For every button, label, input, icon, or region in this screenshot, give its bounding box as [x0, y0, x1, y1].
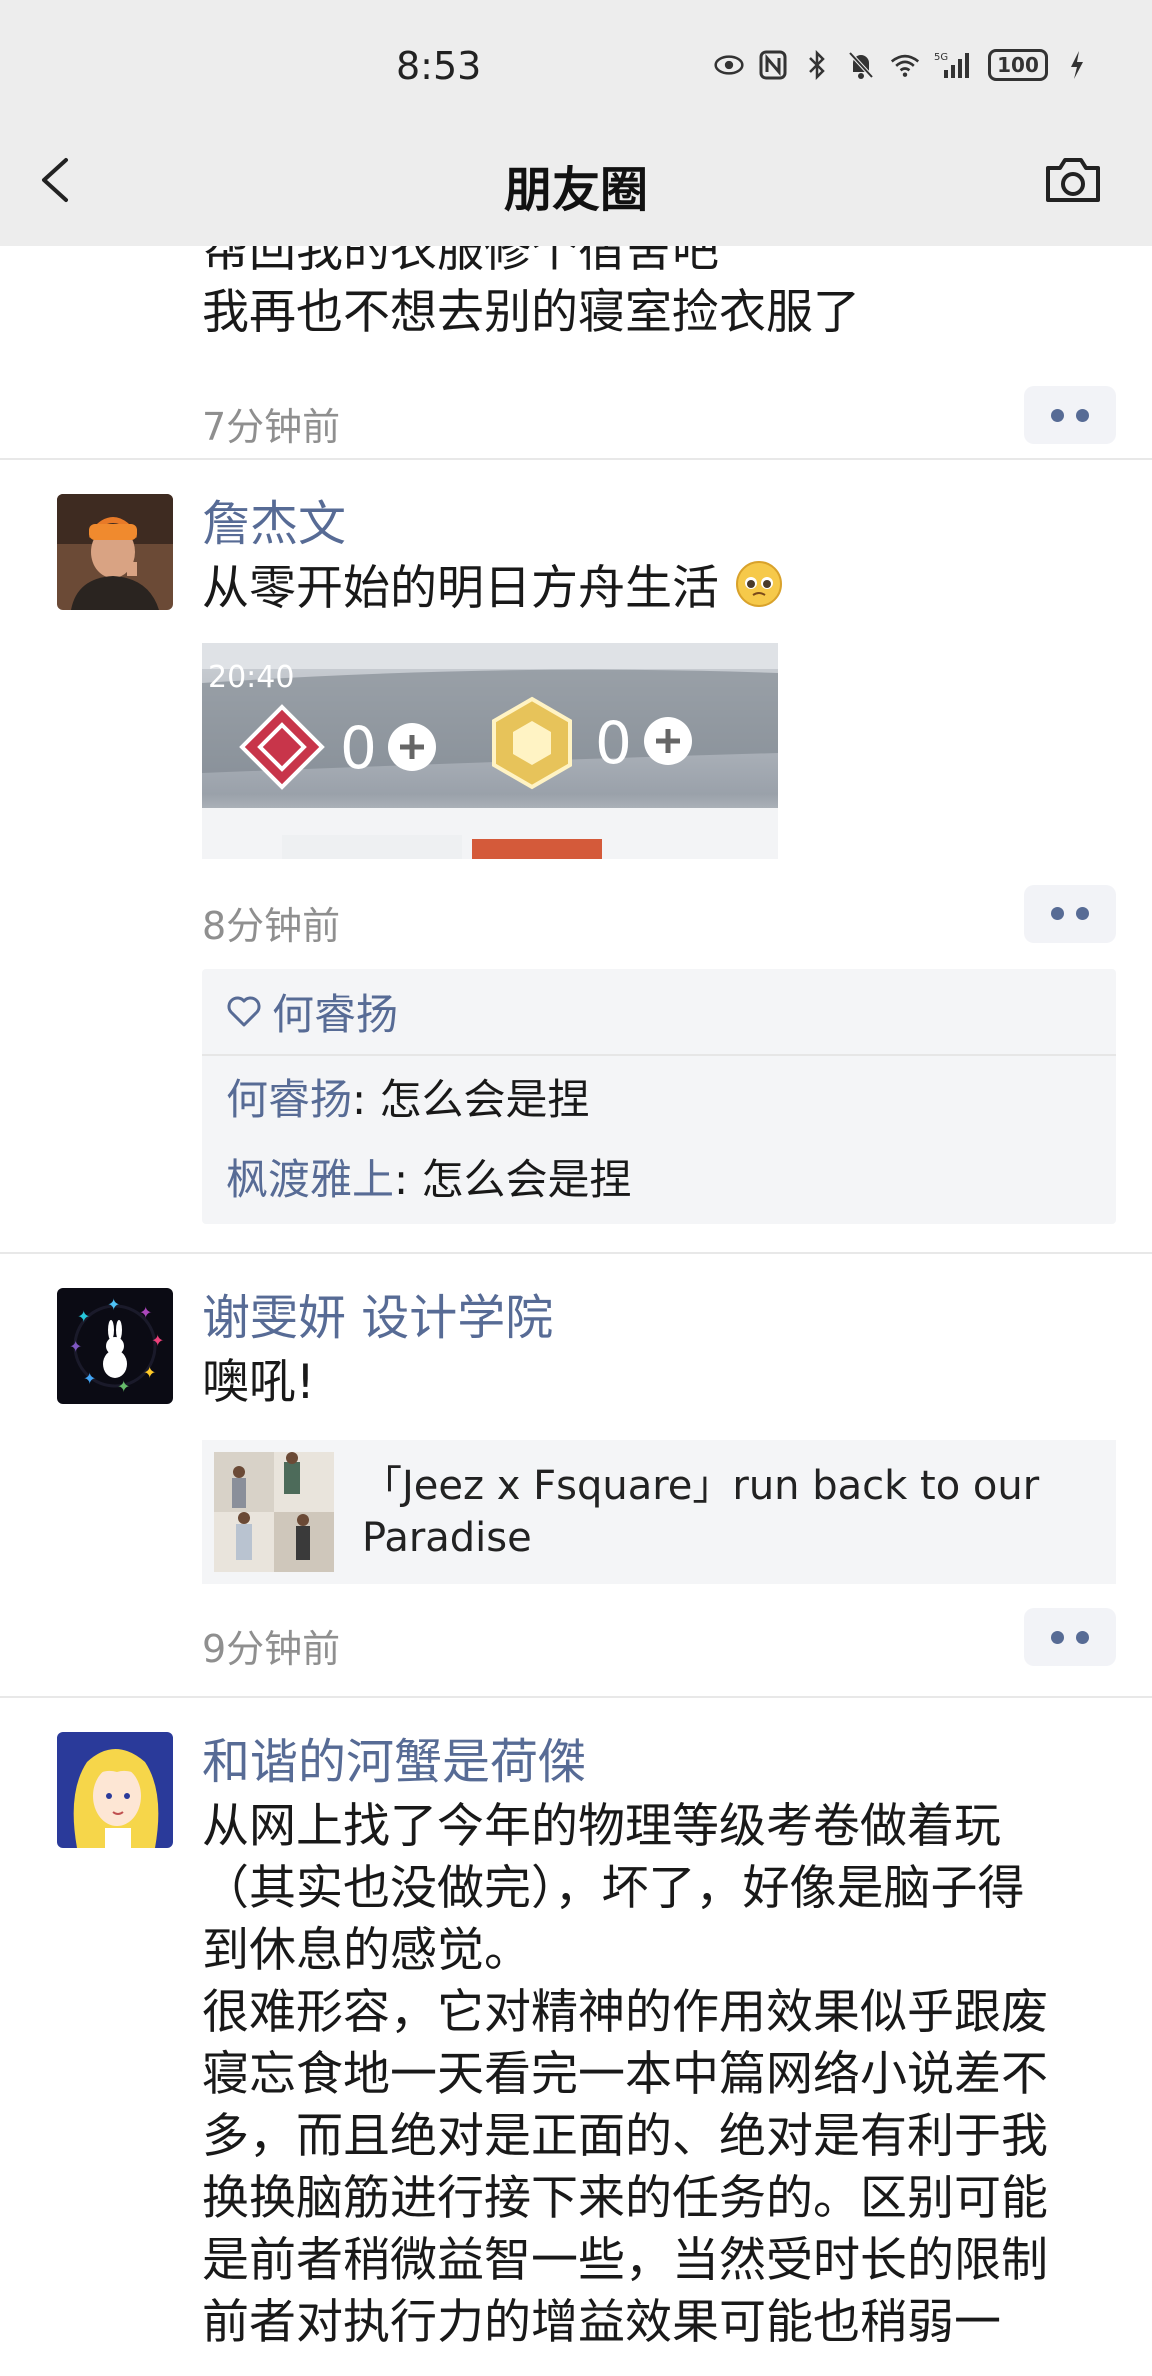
signal-5g-icon: 5G: [934, 50, 974, 80]
heart-icon: [227, 996, 261, 1027]
post-author[interactable]: 谢雯妍 设计学院: [202, 1284, 1116, 1352]
moment-post: 詹杰文 从零开始的明日方舟生活 20:40 0 0 8分钟前 何睿扬 何睿扬: …: [0, 460, 1152, 1254]
dot-icon: [1051, 1630, 1064, 1644]
post-time: 8分钟前: [202, 903, 341, 948]
post-text-line: 从网上找了今年的物理等级考卷做着玩: [202, 1799, 1001, 1854]
post-meta: 9分钟前: [202, 1608, 1116, 1676]
dot-icon: [1051, 408, 1064, 422]
dot-icon: [1076, 408, 1089, 422]
comment-text: : 怎么会是捏: [394, 1154, 632, 1204]
comment-author[interactable]: 枫渡雅上: [226, 1155, 394, 1204]
moment-post: 帮回我的衣服修个宿舍吧 我再也不想去别的寝室捡衣服了 7分钟前: [0, 246, 1152, 460]
avatar[interactable]: ✦ ✦ ✦ ✦ ✦ ✦ ✦ ✦: [57, 1288, 173, 1404]
post-meta: 7分钟前: [202, 386, 1116, 454]
svg-text:✦: ✦: [69, 1337, 82, 1356]
likes-row: 何睿扬: [202, 969, 1116, 1056]
post-text-line: （其实也没做完），坏了，好像是脑子得: [202, 1861, 1025, 1916]
pleading-face-emoji-icon: [734, 559, 784, 625]
post-author[interactable]: 和谐的河蟹是荷傑: [202, 1728, 1116, 1796]
avatar[interactable]: [57, 1732, 173, 1848]
more-actions-button[interactable]: [1024, 884, 1116, 943]
post-text-line: 多，而且绝对是正面的、绝对是有利于我: [202, 2109, 1048, 2164]
post-meta: 8分钟前: [202, 884, 1116, 953]
post-text-line: 到休息的感觉。: [202, 1923, 531, 1978]
svg-text:✦: ✦: [117, 1377, 130, 1396]
svg-text:20:40: 20:40: [208, 660, 294, 695]
status-icons: 5G 100: [714, 44, 1092, 86]
post-image[interactable]: 20:40 0 0: [202, 642, 778, 859]
bluetooth-icon: [802, 50, 832, 80]
post-text: 噢吼!: [202, 1355, 315, 1410]
link-thumbnail: [214, 1452, 334, 1572]
avatar[interactable]: [57, 494, 173, 610]
svg-text:✦: ✦: [83, 1369, 96, 1388]
svg-text:✦: ✦: [107, 1295, 120, 1314]
page-title: 朋友圈: [503, 162, 648, 218]
camera-button[interactable]: [1042, 150, 1104, 210]
dot-icon: [1051, 907, 1064, 920]
moments-feed[interactable]: 帮回我的衣服修个宿舍吧 我再也不想去别的寝室捡衣服了 7分钟前 詹杰文 从零开始…: [0, 246, 1152, 2376]
interaction-box: 何睿扬 何睿扬: 怎么会是捏 枫渡雅上: 怎么会是捏: [202, 968, 1116, 1224]
post-author[interactable]: 詹杰文: [202, 490, 1116, 558]
like-name[interactable]: 何睿扬: [272, 981, 398, 1042]
post-text-line: 寝忘食地一天看完一本中篇网络小说差不: [202, 2047, 1048, 2102]
moment-post: ✦ ✦ ✦ ✦ ✦ ✦ ✦ ✦ 谢雯妍 设计学院 噢吼! 「Jeez x Fsq…: [0, 1254, 1152, 1698]
svg-text:5G: 5G: [934, 52, 948, 63]
svg-text:✦: ✦: [77, 1307, 90, 1326]
post-text-line: 我再也不想去别的寝室捡衣服了: [202, 285, 860, 340]
camera-icon: [1046, 158, 1100, 202]
moment-post: 和谐的河蟹是荷傑 从网上找了今年的物理等级考卷做着玩 （其实也没做完），坏了，好…: [0, 1698, 1152, 2354]
post-time: 7分钟前: [202, 405, 341, 449]
dot-icon: [1076, 1630, 1089, 1644]
post-text-line: 帮回我的衣服修个宿舍吧: [202, 246, 719, 278]
post-text-line: 前者对执行力的增益效果可能也稍弱一: [202, 2295, 1001, 2350]
nav-bar: 朋友圈: [0, 110, 1152, 246]
eye-icon: [714, 50, 744, 80]
post-text-line: 很难形容，它对精神的作用效果似乎跟废: [202, 1985, 1048, 2040]
comment-text: : 怎么会是捏: [352, 1074, 590, 1124]
charging-icon: [1062, 50, 1092, 80]
post-text-line: 换换脑筋进行接下来的任务的。区别可能: [202, 2171, 1048, 2226]
svg-text:0: 0: [595, 709, 632, 777]
svg-text:0: 0: [340, 714, 377, 782]
status-time: 8:53: [396, 44, 482, 88]
wifi-icon: [890, 50, 920, 80]
nfc-icon: [758, 50, 788, 80]
post-time: 9分钟前: [202, 1627, 341, 1671]
more-actions-button[interactable]: [1024, 1608, 1116, 1666]
comment[interactable]: 何睿扬: 怎么会是捏: [202, 1056, 1116, 1140]
svg-text:✦: ✦: [151, 1331, 164, 1350]
more-actions-button[interactable]: [1024, 386, 1116, 444]
link-card[interactable]: 「Jeez x Fsquare」run back to our Paradise: [202, 1440, 1116, 1584]
svg-text:✦: ✦: [143, 1363, 156, 1382]
post-text-line: 是前者稍微益智一些，当然受时长的限制: [202, 2233, 1048, 2288]
svg-text:✦: ✦: [139, 1303, 152, 1322]
comment-author[interactable]: 何睿扬: [226, 1075, 352, 1124]
battery-icon: 100: [988, 49, 1048, 81]
post-text: 从零开始的明日方舟生活: [202, 558, 1116, 625]
mute-bell-icon: [846, 50, 876, 80]
post-text: 从网上找了今年的物理等级考卷做着玩 （其实也没做完），坏了，好像是脑子得 到休息…: [202, 1796, 1116, 2354]
comment[interactable]: 枫渡雅上: 怎么会是捏: [202, 1140, 1116, 1224]
dot-icon: [1076, 907, 1089, 920]
link-title: 「Jeez x Fsquare」run back to our Paradise: [362, 1463, 1040, 1561]
